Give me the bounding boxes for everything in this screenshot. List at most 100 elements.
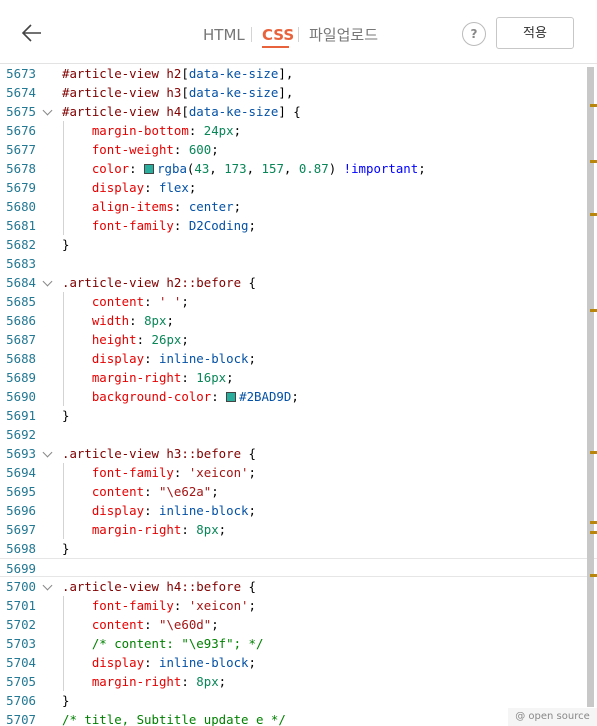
tab-css[interactable]: CSS — [262, 25, 294, 45]
code-token: display — [62, 351, 145, 366]
code-line[interactable]: 5679 display: flex; — [0, 178, 597, 197]
code-line[interactable]: 5693 .article-view h3::before { — [0, 444, 597, 463]
code-line[interactable]: 5698} — [0, 539, 597, 558]
code-token: .article-view h2::before — [62, 275, 242, 290]
tab-file-upload[interactable]: 파일업로드 — [309, 25, 378, 45]
line-number: 5707 — [6, 712, 36, 726]
code-token: : — [144, 180, 159, 195]
code-token: ; — [166, 313, 174, 328]
code-text: } — [62, 539, 69, 558]
code-editor[interactable]: 5673 #article-view h2[data-ke-size], 5674 #… — [0, 64, 597, 726]
fold-chevron-icon[interactable] — [42, 580, 53, 591]
code-text: width: 8px; — [62, 311, 174, 330]
line-number: 5677 — [6, 142, 36, 157]
scrollbar-marker — [590, 212, 597, 216]
code-text: content: "\e62a"; — [62, 482, 219, 501]
color-swatch-icon[interactable] — [226, 392, 237, 402]
code-text: margin-bottom: 24px; — [62, 121, 241, 140]
code-token: display — [62, 180, 145, 195]
code-token: } — [62, 693, 70, 708]
code-line[interactable]: 5703 /* content: "\e93f"; */ — [0, 634, 597, 653]
line-number: 5701 — [6, 598, 36, 613]
code-line[interactable]: 5700 .article-view h4::before { — [0, 577, 597, 596]
code-token: : — [136, 332, 152, 347]
code-line[interactable]: 5684 .article-view h2::before { — [0, 273, 597, 292]
fold-chevron-icon[interactable] — [42, 447, 53, 458]
code-line[interactable]: 5701 font-family: 'xeicon'; — [0, 596, 597, 615]
code-token: : — [144, 503, 159, 518]
code-line[interactable]: 5694 font-family: 'xeicon'; — [0, 463, 597, 482]
code-line[interactable]: 5682} — [0, 235, 597, 254]
code-text: font-family: D2Coding; — [62, 216, 256, 235]
tab-html[interactable]: HTML — [203, 25, 245, 45]
code-token: : — [144, 484, 159, 499]
code-line[interactable]: 5677 font-weight: 600; — [0, 140, 597, 159]
code-line[interactable]: 5688 display: inline-block; — [0, 349, 597, 368]
code-token: height — [62, 332, 137, 347]
line-number: 5705 — [6, 674, 36, 689]
code-token: , — [246, 161, 262, 176]
code-line[interactable]: 5673 #article-view h2[data-ke-size], — [0, 64, 597, 83]
code-token: : — [188, 123, 204, 138]
code-token: : — [211, 389, 227, 404]
code-line[interactable]: 5678 color: rgba(43, 173, 157, 0.87) !im… — [0, 159, 597, 178]
line-number: 5696 — [6, 503, 36, 518]
scrollbar-marker — [590, 451, 597, 455]
help-button[interactable]: ? — [462, 22, 486, 46]
code-token: data-ke-size — [188, 85, 279, 100]
scrollbar-thumb[interactable] — [587, 67, 594, 707]
code-text: height: 26px; — [62, 330, 189, 349]
code-line[interactable]: 5676 margin-bottom: 24px; — [0, 121, 597, 140]
color-swatch-icon[interactable] — [144, 164, 155, 174]
code-token: "\e62a" — [158, 484, 212, 499]
code-line[interactable]: 5705 margin-right: 8px; — [0, 672, 597, 691]
code-token: 26px — [151, 332, 182, 347]
code-line[interactable]: 5683 — [0, 254, 597, 273]
code-line[interactable]: 5675 #article-view h4[data-ke-size] { — [0, 102, 597, 121]
code-line[interactable]: 5702 content: "\e60d"; — [0, 615, 597, 634]
code-line[interactable]: 5687 height: 26px; — [0, 330, 597, 349]
fold-chevron-icon[interactable] — [42, 276, 53, 287]
code-token: 8px — [196, 674, 219, 689]
code-token: ; — [211, 617, 219, 632]
code-token: ; — [181, 294, 189, 309]
code-token: ; — [248, 503, 256, 518]
line-number: 5691 — [6, 408, 36, 423]
code-line[interactable]: 5696 display: inline-block; — [0, 501, 597, 520]
code-text: /* title, Subtitle update e */ — [62, 710, 286, 726]
code-token: ) — [328, 161, 344, 176]
scrollbar-marker — [590, 308, 597, 312]
code-text: display: flex; — [62, 178, 196, 197]
line-number: 5706 — [6, 693, 36, 708]
code-line[interactable]: 5691} — [0, 406, 597, 425]
apply-button[interactable]: 적용 — [496, 17, 574, 49]
tab-separator — [251, 27, 252, 42]
line-number: 5703 — [6, 636, 36, 651]
code-token: ; — [233, 123, 242, 138]
scrollbar-marker — [590, 103, 597, 107]
line-number: 5681 — [6, 218, 36, 233]
code-token: : — [173, 598, 189, 613]
code-line[interactable]: 5674 #article-view h3[data-ke-size], — [0, 83, 597, 102]
code-line[interactable]: 5695 content: "\e62a"; — [0, 482, 597, 501]
code-line[interactable]: 5689 margin-right: 16px; — [0, 368, 597, 387]
code-line[interactable]: 5692 — [0, 425, 597, 444]
code-line[interactable]: 5690 background-color: #2BAD9D; — [0, 387, 597, 406]
line-number: 5676 — [6, 123, 36, 138]
code-line[interactable]: 5704 display: inline-block; — [0, 653, 597, 672]
code-line[interactable]: 5697 margin-right: 8px; — [0, 520, 597, 539]
fold-chevron-icon[interactable] — [42, 105, 53, 116]
code-text: margin-right: 16px; — [62, 368, 234, 387]
code-token: ; — [291, 389, 299, 404]
code-token: : — [173, 218, 189, 233]
code-line[interactable]: 5681 font-family: D2Coding; — [0, 216, 597, 235]
line-number: 5687 — [6, 332, 36, 347]
scrollbar-marker — [590, 530, 597, 534]
code-line[interactable]: 5699 — [0, 558, 597, 577]
code-token: display — [62, 655, 145, 670]
code-token: #article-view h3 — [62, 85, 182, 100]
code-line[interactable]: 5685 content: ' '; — [0, 292, 597, 311]
code-line[interactable]: 5680 align-items: center; — [0, 197, 597, 216]
code-line[interactable]: 5686 width: 8px; — [0, 311, 597, 330]
code-text: content: ' '; — [62, 292, 189, 311]
